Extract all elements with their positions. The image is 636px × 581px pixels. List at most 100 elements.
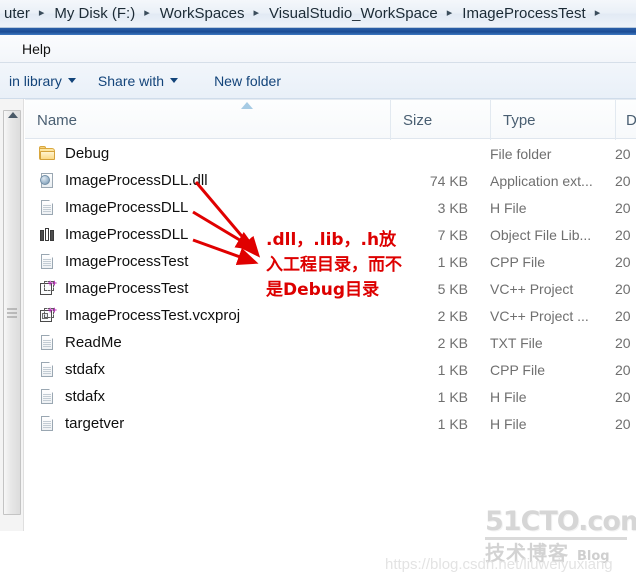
breadcrumb-item-3[interactable]: VisualStudio_WorkSpace (265, 5, 442, 22)
breadcrumb-separator-icon[interactable]: ▸ (139, 8, 156, 19)
table-row[interactable]: stdafx 1 KB CPP File 20 (25, 356, 636, 383)
dll-file-icon (39, 172, 56, 189)
column-header-size-label: Size (403, 111, 433, 129)
breadcrumb-item-1[interactable]: My Disk (F:) (50, 5, 139, 22)
vcproj-filter-icon: ++ (39, 306, 57, 324)
annotation-text: .dll，.lib，.h放 入工程目录，而不 是Debug目录 (266, 228, 441, 303)
file-size-cell: 1 KB (437, 415, 468, 432)
navigation-pane-splitter[interactable] (0, 99, 24, 531)
annotation-line-2: 入工程目录，而不 (266, 255, 402, 275)
file-name-label: Debug (65, 145, 110, 162)
grip-dots-icon (7, 308, 17, 317)
breadcrumb-separator-icon[interactable]: ▸ (249, 8, 266, 19)
table-row[interactable]: stdafx 1 KB H File 20 (25, 383, 636, 410)
file-name-cell[interactable]: stdafx (39, 383, 105, 410)
table-row[interactable]: ReadMe 2 KB TXT File 20 (25, 329, 636, 356)
breadcrumb-item-0[interactable]: uter (0, 5, 34, 22)
file-type-cell: Application ext... (490, 172, 593, 189)
file-name-label: ImageProcessDLL (65, 226, 189, 243)
menu-item-help[interactable]: Help (12, 39, 61, 59)
file-type-cell: TXT File (490, 334, 543, 351)
toolbar-button-include-in-library[interactable]: in library (0, 69, 85, 93)
file-name-cell[interactable]: stdafx (39, 356, 105, 383)
table-row[interactable]: targetver 1 KB H File 20 (25, 410, 636, 437)
explorer-window: uter ▸ My Disk (F:) ▸ WorkSpaces ▸ Visua… (0, 0, 636, 581)
chevron-down-icon (170, 78, 179, 83)
file-date-cell: 20 (615, 415, 631, 432)
column-header-type-label: Type (503, 111, 536, 129)
file-type-cell: CPP File (490, 361, 545, 378)
file-date-cell: 20 (615, 145, 631, 162)
file-date-cell: 20 (615, 334, 631, 351)
table-row[interactable]: Debug File folder 20 (25, 140, 636, 167)
file-name-cell[interactable]: ReadMe (39, 329, 122, 356)
column-header-type[interactable]: Type (490, 100, 615, 140)
file-size-cell: 3 KB (437, 199, 468, 216)
sort-ascending-icon (241, 102, 253, 109)
file-name-cell[interactable]: ++ ImageProcessTest.vcxproj (39, 302, 240, 329)
file-date-cell: 20 (615, 172, 631, 189)
file-name-cell[interactable]: ImageProcessTest (39, 248, 188, 275)
column-header-name[interactable]: Name (25, 100, 390, 140)
splitter-thumb[interactable] (3, 110, 21, 515)
file-name-label: ImageProcessDLL.dll (65, 172, 208, 189)
toolbar-button-new-folder[interactable]: New folder (205, 69, 290, 93)
toolbar-button-share-with[interactable]: Share with (89, 69, 187, 93)
file-name-label: ReadMe (65, 334, 122, 351)
table-row[interactable]: ++ ImageProcessTest.vcxproj 2 KB VC++ Pr… (25, 302, 636, 329)
file-name-label: ImageProcessTest (65, 253, 189, 270)
command-toolbar: in library Share with New folder (0, 63, 636, 99)
column-header-name-label: Name (37, 111, 78, 129)
file-name-cell[interactable]: ++ ImageProcessTest (39, 275, 188, 302)
file-date-cell: 20 (615, 226, 631, 243)
toolbar-label-include-in-library: in library (9, 72, 62, 89)
file-type-cell: H File (490, 199, 527, 216)
watermark-51cto-logo: 51CTO.com 技术博客 Blog (485, 506, 636, 564)
file-date-cell: 20 (615, 388, 631, 405)
toolbar-label-share-with: Share with (97, 72, 165, 89)
annotation-line-3: 是Debug目录 (266, 280, 380, 300)
toolbar-label-new-folder: New folder (214, 72, 281, 89)
breadcrumb-separator-icon[interactable]: ▸ (442, 8, 459, 19)
breadcrumb-separator-icon[interactable]: ▸ (34, 8, 51, 19)
file-name-cell[interactable]: ImageProcessDLL (39, 221, 188, 248)
file-size-cell: 1 KB (437, 361, 468, 378)
table-row[interactable]: ImageProcessDLL 3 KB H File 20 (25, 194, 636, 221)
file-type-cell: File folder (490, 145, 552, 162)
file-name-label: ImageProcessTest (65, 280, 189, 297)
txt-file-icon (39, 334, 56, 351)
folder-icon (39, 145, 56, 162)
file-date-cell: 20 (615, 253, 631, 270)
menu-bar: Help (0, 35, 636, 63)
annotation-line-1: .dll，.lib，.h放 (266, 230, 397, 250)
cpp-file-icon (39, 253, 56, 270)
watermark-logo-top: 51CTO.com (485, 506, 636, 537)
file-type-cell: CPP File (490, 253, 545, 270)
h-file-icon (39, 199, 56, 216)
file-name-cell[interactable]: ImageProcessDLL (39, 194, 188, 221)
column-header-size[interactable]: Size (390, 100, 490, 140)
file-size-cell (370, 140, 468, 167)
breadcrumb-item-2[interactable]: WorkSpaces (156, 5, 249, 22)
watermark-rule (485, 537, 627, 540)
table-row[interactable]: ImageProcessDLL.dll 74 KB Application ex… (25, 167, 636, 194)
file-name-label: targetver (65, 415, 125, 432)
file-type-cell: VC++ Project ... (490, 307, 589, 324)
h-file-icon (39, 388, 56, 405)
file-date-cell: 20 (615, 307, 631, 324)
breadcrumb-separator-icon[interactable]: ▸ (590, 8, 607, 19)
column-header-date[interactable]: Da (615, 100, 636, 140)
watermark-url: https://blog.csdn.net/liuweiyuxiang (385, 556, 613, 573)
column-header-date-label: Da (626, 111, 636, 129)
chevron-down-icon (67, 78, 76, 83)
file-type-cell: H File (490, 415, 527, 432)
file-name-cell[interactable]: ImageProcessDLL.dll (39, 167, 208, 194)
file-name-cell[interactable]: targetver (39, 410, 124, 437)
scroll-up-arrow-icon[interactable] (8, 112, 18, 118)
lib-file-icon (39, 226, 56, 243)
breadcrumb-item-4[interactable]: ImageProcessTest (458, 5, 589, 22)
cpp-file-icon (39, 361, 56, 378)
address-bar[interactable]: uter ▸ My Disk (F:) ▸ WorkSpaces ▸ Visua… (0, 0, 636, 28)
column-header-row: Name Size Type Da (25, 99, 636, 140)
file-name-cell[interactable]: Debug (39, 140, 109, 167)
